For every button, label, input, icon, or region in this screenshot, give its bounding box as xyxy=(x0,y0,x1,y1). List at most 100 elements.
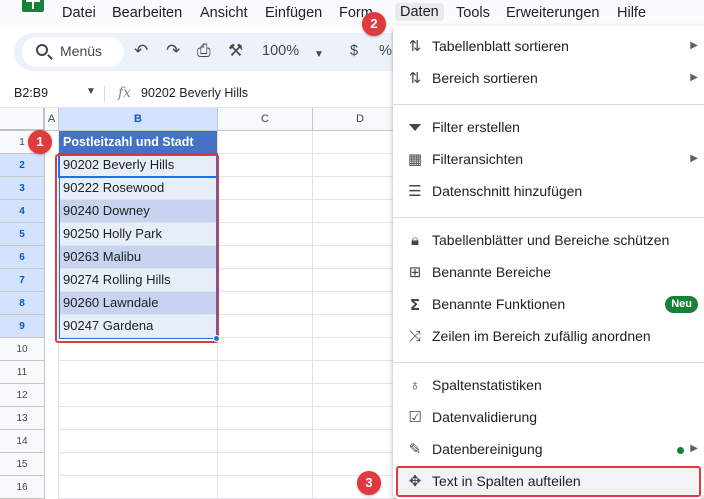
menu-item-label: Benannte Funktionen xyxy=(432,296,566,312)
row-header[interactable]: 4 xyxy=(0,200,45,223)
row-header[interactable]: 15 xyxy=(0,453,45,476)
menu-item-bereich-sortieren[interactable]: ⇅ Bereich sortieren ▶ xyxy=(393,64,704,94)
fill-handle[interactable] xyxy=(213,335,220,342)
submenu-arrow-icon: ▶ xyxy=(690,443,698,454)
menu-item-label: Datenschnitt hinzufügen xyxy=(432,183,583,199)
paint-format-icon[interactable]: ⚒ xyxy=(228,41,243,61)
menu-item-filteransichten[interactable]: ▦ Filteransichten ▶ xyxy=(393,145,704,175)
column-header-a[interactable]: A xyxy=(45,108,59,131)
menu-search-label: Menüs xyxy=(60,43,103,59)
menu-item-label: Benannte Bereiche xyxy=(432,264,552,280)
row-header[interactable]: 8 xyxy=(0,292,45,315)
select-all-corner[interactable] xyxy=(0,108,45,131)
menu-datei[interactable]: Datei xyxy=(62,5,96,21)
menu-item-label: Datenvalidierung xyxy=(432,409,538,425)
filter-icon xyxy=(405,118,425,138)
menu-item-datenbereinigung[interactable]: ✎ Datenbereinigung ▶ xyxy=(393,435,704,465)
slicer-icon: ☰ xyxy=(408,183,422,200)
currency-format-button[interactable]: $ xyxy=(350,43,358,59)
menu-item-schuetzen[interactable]: 🔒︎ Tabellenblätter und Bereiche schützen xyxy=(393,226,704,256)
table-cell[interactable]: 90250 Holly Park xyxy=(59,223,218,246)
menu-item-datenschnitt[interactable]: ☰ Datenschnitt hinzufügen xyxy=(393,177,704,207)
sort-icon: ⇅ xyxy=(408,70,422,87)
menu-hilfe[interactable]: Hilfe xyxy=(617,5,646,21)
row-header[interactable]: 12 xyxy=(0,384,45,407)
column-header-c[interactable]: C xyxy=(218,108,313,131)
menu-daten[interactable]: Daten xyxy=(395,3,444,21)
menu-divider xyxy=(393,217,704,218)
percent-format-button[interactable]: % xyxy=(379,43,392,59)
sort-icon: ⇅ xyxy=(408,38,422,55)
zoom-select[interactable]: 100% xyxy=(262,43,299,59)
menu-item-filter-erstellen[interactable]: Filter erstellen xyxy=(393,113,704,143)
sheets-logo-icon[interactable] xyxy=(22,0,44,12)
menu-item-spaltenstatistiken[interactable]: ♁ Spaltenstatistiken xyxy=(393,371,704,401)
row-header[interactable]: 9 xyxy=(0,315,45,338)
row-header[interactable]: 11 xyxy=(0,361,45,384)
table-cell[interactable]: 90202 Beverly Hills xyxy=(59,154,218,177)
menu-bar: Datei Bearbeiten Ansicht Einfügen Form D… xyxy=(0,0,704,26)
menu-item-tabellenblatt-sortieren[interactable]: ⇅ Tabellenblatt sortieren ▶ xyxy=(393,32,704,62)
menu-item-datenvalidierung[interactable]: ☑ Datenvalidierung xyxy=(393,403,704,433)
table-cell[interactable]: 90274 Rolling Hills xyxy=(59,269,218,292)
step-badge-3: 3 xyxy=(357,471,381,495)
spreadsheet-grid: A B C D 1 2 3 4 5 6 7 8 9 10 11 12 13 14… xyxy=(0,108,408,499)
row-header[interactable]: 7 xyxy=(0,269,45,292)
menu-erweiterungen[interactable]: Erweiterungen xyxy=(506,5,600,21)
menu-item-label: Spaltenstatistiken xyxy=(432,377,542,393)
row-header[interactable]: 14 xyxy=(0,430,45,453)
menu-search-button[interactable]: Menüs xyxy=(22,37,124,67)
column-a-cells[interactable] xyxy=(45,131,59,499)
filter-views-icon: ▦ xyxy=(407,151,423,168)
row-header[interactable]: 10 xyxy=(0,338,45,361)
menu-item-label: Tabellenblatt sortieren xyxy=(432,38,569,54)
menu-ansicht[interactable]: Ansicht xyxy=(200,5,248,21)
validation-icon: ☑ xyxy=(408,409,422,426)
formula-input[interactable]: 90202 Beverly Hills xyxy=(141,86,248,100)
step-badge-1: 1 xyxy=(28,130,52,154)
table-cell[interactable]: 90240 Downey xyxy=(59,200,218,223)
lightbulb-icon: ♁ xyxy=(409,377,421,394)
menu-item-text-in-spalten[interactable]: ✥ Text in Spalten aufteilen xyxy=(393,467,704,497)
name-box[interactable]: B2:B9 xyxy=(14,86,48,100)
menu-divider xyxy=(393,362,704,363)
menu-item-label: Filter erstellen xyxy=(432,119,520,135)
column-header-b[interactable]: B xyxy=(59,108,218,131)
row-header[interactable]: 6 xyxy=(0,246,45,269)
row-header[interactable]: 13 xyxy=(0,407,45,430)
column-c-cells[interactable] xyxy=(218,131,313,499)
submenu-arrow-icon: ▶ xyxy=(690,153,698,164)
menu-bearbeiten[interactable]: Bearbeiten xyxy=(112,5,182,21)
table-cell[interactable]: 90263 Malibu xyxy=(59,246,218,269)
table-header-cell[interactable]: Postleitzahl und Stadt xyxy=(59,131,218,154)
step-badge-2: 2 xyxy=(362,12,386,36)
table-cell[interactable]: 90247 Gardena xyxy=(59,315,218,338)
split-columns-icon: ✥ xyxy=(408,473,422,490)
row-header[interactable]: 3 xyxy=(0,177,45,200)
menu-item-benannte-bereiche[interactable]: ⊞ Benannte Bereiche xyxy=(393,258,704,288)
row-header[interactable]: 5 xyxy=(0,223,45,246)
chevron-down-icon[interactable]: ▼ xyxy=(314,45,324,65)
status-dot xyxy=(677,447,684,454)
menu-item-label: Bereich sortieren xyxy=(432,70,538,86)
row-header[interactable]: 2 xyxy=(0,154,45,177)
row-header[interactable]: 16 xyxy=(0,476,45,499)
menu-divider xyxy=(393,104,704,105)
menu-item-benannte-funktionen[interactable]: Σ Benannte Funktionen Neu xyxy=(393,290,704,320)
print-icon[interactable]: ⎙ xyxy=(197,41,211,61)
menu-item-label: Zeilen im Bereich zufällig anordnen xyxy=(432,328,651,344)
undo-icon[interactable]: ↶ xyxy=(134,41,148,61)
table-cell[interactable]: 90222 Rosewood xyxy=(59,177,218,200)
menu-tools[interactable]: Tools xyxy=(456,5,490,21)
menu-item-label: Text in Spalten aufteilen xyxy=(432,473,581,489)
column-b-empty-cells[interactable] xyxy=(59,338,218,499)
sigma-icon: Σ xyxy=(409,296,421,314)
menu-item-zufaellig-anordnen[interactable]: ⤨ Zeilen im Bereich zufällig anordnen xyxy=(393,322,704,352)
table-cell[interactable]: 90260 Lawndale xyxy=(59,292,218,315)
menu-einfuegen[interactable]: Einfügen xyxy=(265,5,322,21)
chevron-down-icon[interactable]: ▼ xyxy=(86,86,96,97)
redo-icon[interactable]: ↷ xyxy=(166,41,180,61)
named-ranges-icon: ⊞ xyxy=(408,264,422,281)
magic-wand-icon: ✎ xyxy=(408,441,422,458)
fx-icon: fx xyxy=(118,85,132,101)
